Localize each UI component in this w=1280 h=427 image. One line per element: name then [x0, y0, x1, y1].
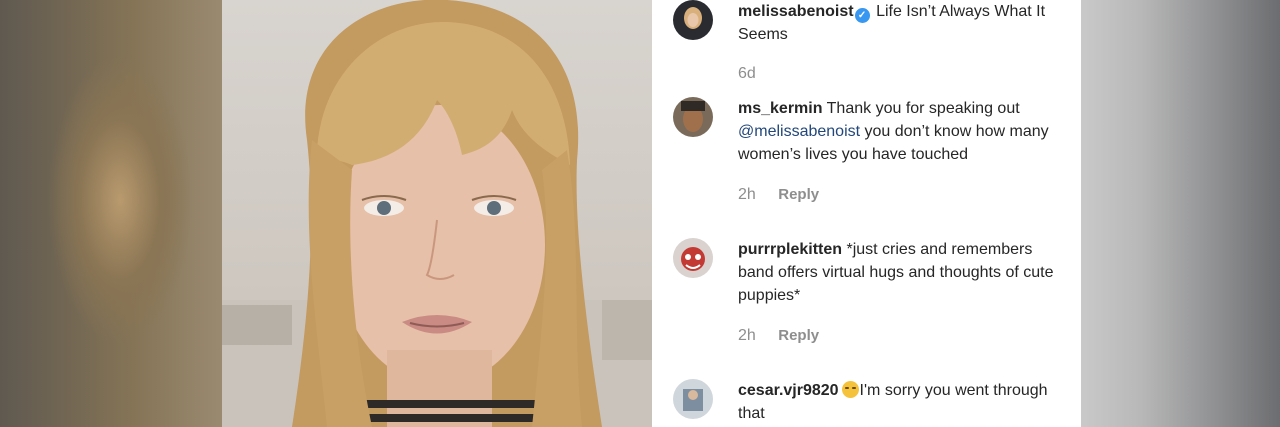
comment-text: Thank you for speaking out: [826, 100, 1020, 117]
blurred-background-right: [1081, 0, 1280, 427]
post-username[interactable]: melissabenoist: [738, 3, 854, 20]
comments-panel: melissabenoist ✓ Life Isn’t Always What I…: [652, 0, 1081, 427]
video-frame: [222, 0, 652, 427]
comment-timestamp[interactable]: 2h: [738, 186, 756, 203]
avatar[interactable]: [673, 0, 713, 40]
comment-username[interactable]: ms_kermin: [738, 100, 823, 117]
blurred-background-left: [0, 0, 222, 427]
comment-timestamp[interactable]: 2h: [738, 327, 756, 344]
verified-badge-icon: ✓: [854, 8, 870, 23]
avatar[interactable]: [673, 97, 713, 137]
mention-link[interactable]: @melissabenoist: [738, 123, 860, 140]
avatar[interactable]: [673, 238, 713, 278]
reply-button[interactable]: Reply: [778, 327, 819, 344]
post-timestamp[interactable]: 6d: [738, 65, 756, 82]
crying-laughing-emoji-icon: [841, 381, 859, 398]
video-portrait-image: [222, 0, 652, 427]
comment-username[interactable]: purrrplekitten: [738, 241, 842, 258]
reply-button[interactable]: Reply: [778, 186, 819, 203]
comment-username[interactable]: cesar.vjr9820: [738, 382, 839, 399]
avatar[interactable]: [673, 379, 713, 419]
